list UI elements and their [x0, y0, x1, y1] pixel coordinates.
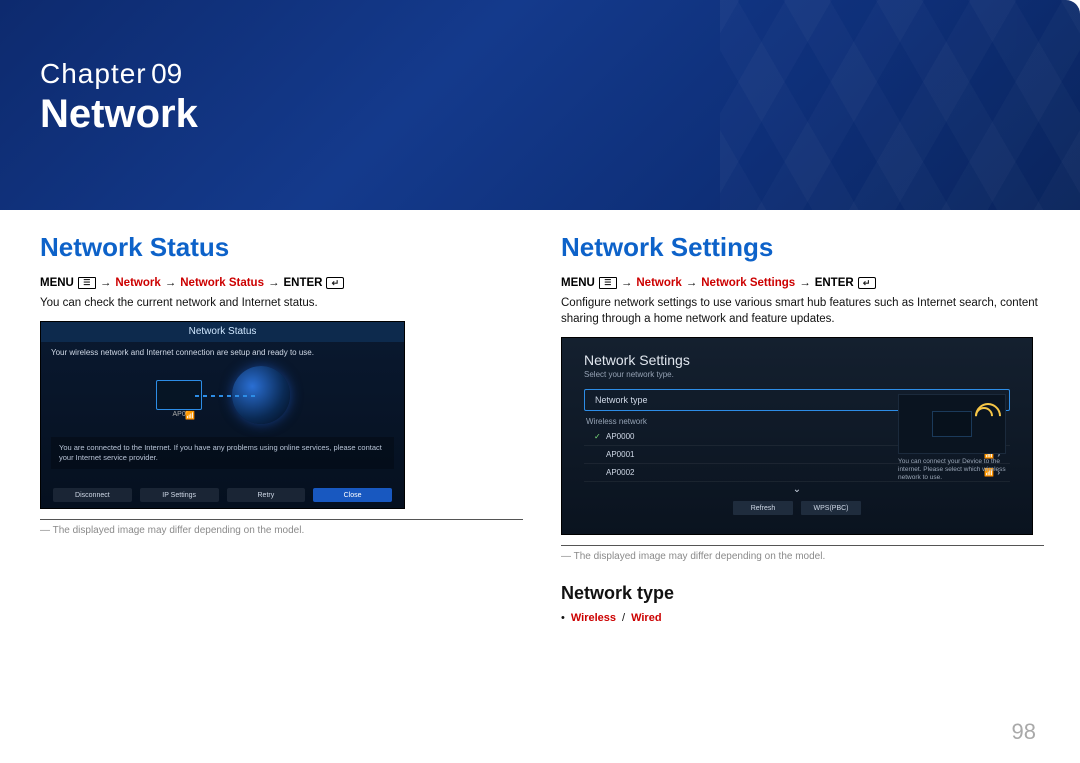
enter-label: ENTER — [283, 277, 322, 289]
menu-label: MENU — [40, 277, 74, 289]
ss1-title: Network Status — [41, 322, 404, 342]
network-status-section: Network Status MENU ☰ → Network → Networ… — [40, 232, 523, 624]
wifi-arc-icon — [975, 403, 997, 425]
retry-button[interactable]: Retry — [227, 488, 306, 502]
option-wireless: Wireless — [571, 612, 616, 624]
arrow-icon: → — [268, 277, 280, 289]
ss1-footer-message: You are connected to the Internet. If yo… — [51, 437, 394, 469]
menu-icon: ☰ — [599, 277, 617, 289]
chevron-down-icon[interactable]: ⌄ — [584, 484, 1010, 495]
ss2-side-panel: You can connect your Device to the inter… — [898, 394, 1006, 482]
chapter-label: Chapter — [40, 58, 147, 89]
connection-line-icon — [195, 395, 255, 397]
network-settings-heading: Network Settings — [561, 232, 1044, 263]
divider — [561, 545, 1044, 546]
path-seg: Network Settings — [701, 277, 795, 289]
chapter-number: 09 — [151, 58, 182, 89]
arrow-icon: → — [621, 277, 633, 289]
divider — [40, 519, 523, 520]
ss1-top-message: Your wireless network and Internet conne… — [41, 342, 404, 361]
path-seg: Network — [115, 277, 160, 289]
enter-icon — [858, 277, 876, 289]
menu-icon: ☰ — [78, 277, 96, 289]
wps-button[interactable]: WPS(PBC) — [801, 501, 861, 515]
arrow-icon: → — [165, 277, 177, 289]
network-type-subheading: Network type — [561, 583, 1044, 604]
disconnect-button[interactable]: Disconnect — [53, 488, 132, 502]
menu-path-status: MENU ☰ → Network → Network Status → ENTE… — [40, 277, 523, 289]
arrow-icon: → — [799, 277, 811, 289]
wifi-icon — [185, 405, 195, 415]
enter-label: ENTER — [815, 277, 854, 289]
ss1-visual: AP000 — [55, 363, 390, 427]
network-type-options: • Wireless / Wired — [561, 612, 1044, 624]
network-status-heading: Network Status — [40, 232, 523, 263]
path-seg: Network — [636, 277, 681, 289]
tv-icon — [932, 411, 972, 437]
banner-cubes-decor — [720, 0, 1080, 210]
refresh-button[interactable]: Refresh — [733, 501, 793, 515]
chapter-banner: Chapter 09 Network — [0, 0, 1080, 210]
option-wired: Wired — [631, 612, 661, 624]
slash-separator: / — [622, 612, 625, 624]
menu-label: MENU — [561, 277, 595, 289]
network-settings-screenshot: Network Settings Select your network typ… — [561, 337, 1033, 535]
ss2-side-text: You can connect your Device to the inter… — [898, 458, 1006, 482]
close-button[interactable]: Close — [313, 488, 392, 502]
ip-settings-button[interactable]: IP Settings — [140, 488, 219, 502]
ss2-title: Network Settings — [584, 352, 1010, 368]
path-seg: Network Status — [180, 277, 264, 289]
arrow-icon: → — [686, 277, 698, 289]
ss1-ap-label: AP000 — [163, 411, 203, 418]
page-number: 98 — [1012, 719, 1036, 745]
ss2-subtitle: Select your network type. — [584, 370, 1010, 379]
network-settings-section: Network Settings MENU ☰ → Network → Netw… — [561, 232, 1044, 624]
enter-icon — [326, 277, 344, 289]
status-description: You can check the current network and In… — [40, 295, 523, 311]
menu-path-settings: MENU ☰ → Network → Network Settings → EN… — [561, 277, 1044, 289]
arrow-icon: → — [100, 277, 112, 289]
bullet-icon: • — [561, 612, 565, 624]
settings-description: Configure network settings to use variou… — [561, 295, 1044, 327]
network-status-screenshot: Network Status Your wireless network and… — [40, 321, 405, 509]
check-icon: ✓ — [594, 432, 606, 441]
ss2-side-image — [898, 394, 1006, 454]
row-label: Network type — [595, 395, 648, 405]
settings-footnote: ― The displayed image may differ dependi… — [561, 550, 1044, 563]
status-footnote: ― The displayed image may differ dependi… — [40, 524, 523, 537]
